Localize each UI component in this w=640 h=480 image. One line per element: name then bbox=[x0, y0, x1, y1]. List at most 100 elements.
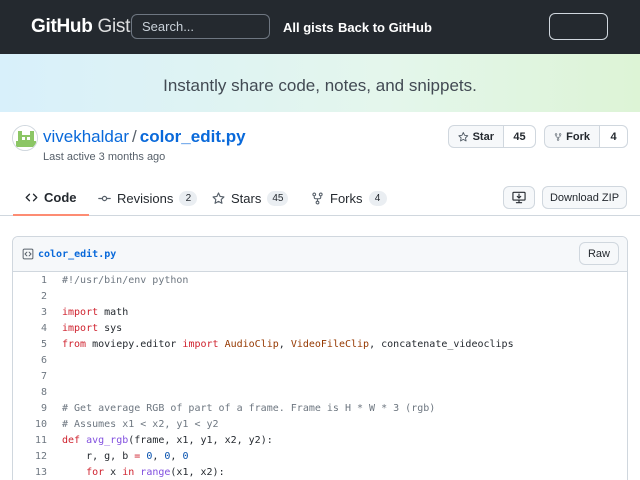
fork-count[interactable]: 4 bbox=[599, 126, 627, 147]
desktop-download-icon bbox=[512, 191, 526, 204]
header-account-button[interactable] bbox=[549, 13, 608, 40]
tab-revisions-label: Revisions bbox=[117, 190, 174, 206]
file-code-icon bbox=[22, 248, 34, 260]
tab-forks-label: Forks bbox=[330, 190, 363, 206]
code-token: avg_rgb bbox=[86, 435, 129, 446]
stars-counter: 45 bbox=[267, 190, 289, 206]
tab-code-label: Code bbox=[44, 189, 77, 205]
code-token: VideoFileClip bbox=[290, 339, 370, 350]
all-gists-link[interactable]: All gists bbox=[283, 20, 334, 35]
code-token: , bbox=[278, 339, 291, 350]
tab-stars[interactable]: Stars 45 bbox=[212, 180, 289, 216]
tab-forks[interactable]: Forks 4 bbox=[311, 180, 387, 216]
banner-text: Instantly share code, notes, and snippet… bbox=[163, 76, 477, 95]
file-name-link[interactable]: color_edit.py bbox=[38, 249, 116, 260]
line-number[interactable]: 7 bbox=[13, 369, 47, 385]
line-number[interactable]: 6 bbox=[13, 353, 47, 369]
star-icon bbox=[212, 191, 225, 204]
line-number[interactable]: 9 bbox=[13, 401, 47, 417]
line-code: # Assumes x1 < x2, y1 < y2 bbox=[62, 417, 219, 433]
line-number[interactable]: 3 bbox=[13, 305, 47, 321]
fork-button[interactable]: Fork bbox=[545, 126, 599, 147]
code-token: # Get average RGB of part of a frame. Fr… bbox=[62, 403, 436, 414]
code-token: AudioClip bbox=[224, 339, 279, 350]
code-line: 4 import sys bbox=[13, 321, 627, 337]
line-number[interactable]: 5 bbox=[13, 337, 47, 353]
code-token: #!/usr/bin/env python bbox=[62, 275, 189, 286]
line-code: # Get average RGB of part of a frame. Fr… bbox=[62, 401, 435, 417]
line-number[interactable]: 1 bbox=[13, 273, 47, 289]
logo-gist-text: Gist bbox=[97, 16, 131, 37]
code-token: sys bbox=[98, 323, 123, 334]
code-line: 2 bbox=[13, 289, 627, 305]
code-line: 10 # Assumes x1 < x2, y1 < y2 bbox=[13, 417, 627, 433]
title-separator: / bbox=[132, 127, 137, 146]
gist-title: vivekhaldar / color_edit.py bbox=[43, 127, 246, 147]
github-gist-logo[interactable]: GitHub Gist bbox=[31, 16, 130, 38]
line-code: from moviepy.editor import AudioClip, Vi… bbox=[62, 337, 514, 353]
search-input[interactable] bbox=[131, 14, 270, 39]
code-line: 8 bbox=[13, 385, 627, 401]
code-token: 0 bbox=[182, 451, 189, 462]
line-code: import sys bbox=[62, 321, 122, 337]
code-line: 9 # Get average RGB of part of a frame. F… bbox=[13, 401, 627, 417]
code-token: def bbox=[62, 435, 81, 446]
code-token: import bbox=[62, 307, 99, 318]
embed-download-button[interactable] bbox=[503, 186, 535, 209]
file-container: color_edit.py Raw 1 #!/usr/bin/env python… bbox=[12, 236, 628, 480]
line-code: def avg_rgb(frame, x1, y1, x2, y2): bbox=[62, 433, 273, 449]
star-button-group: Star 45 bbox=[448, 125, 536, 148]
site-header: GitHub Gist All gists Back to GitHub bbox=[0, 0, 640, 54]
tab-stars-label: Stars bbox=[231, 190, 262, 206]
line-number[interactable]: 2 bbox=[13, 289, 47, 305]
line-code: for x in range(x1, x2): bbox=[62, 465, 225, 480]
star-button[interactable]: Star bbox=[449, 126, 503, 147]
intro-banner: Instantly share code, notes, and snippet… bbox=[0, 54, 640, 112]
gist-name-link[interactable]: color_edit.py bbox=[140, 127, 246, 146]
gist-owner-link[interactable]: vivekhaldar bbox=[43, 127, 129, 146]
code-line: 3 import math bbox=[13, 305, 627, 321]
fork-button-group: Fork 4 bbox=[544, 125, 628, 148]
code-token: import bbox=[182, 339, 219, 350]
line-number[interactable]: 11 bbox=[13, 433, 47, 449]
code-token: for bbox=[86, 467, 105, 478]
raw-button[interactable]: Raw bbox=[579, 242, 619, 265]
forks-counter: 4 bbox=[368, 190, 387, 206]
star-count[interactable]: 45 bbox=[503, 126, 535, 147]
identicon-icon bbox=[13, 126, 37, 150]
code-icon bbox=[25, 193, 38, 201]
tab-code[interactable]: Code bbox=[13, 180, 89, 216]
code-token: import bbox=[62, 323, 99, 334]
code-token: , bbox=[170, 451, 183, 462]
code-line: 12 r, g, b = 0, 0, 0 bbox=[13, 449, 627, 465]
code-token: , concatenate_videoclips bbox=[369, 339, 514, 350]
line-number[interactable]: 10 bbox=[13, 417, 47, 433]
code-token: x bbox=[104, 467, 123, 478]
line-code: #!/usr/bin/env python bbox=[62, 273, 188, 289]
code-line: 7 bbox=[13, 369, 627, 385]
line-number[interactable]: 13 bbox=[13, 465, 47, 480]
avatar[interactable] bbox=[12, 125, 38, 151]
line-code: r, g, b = 0, 0, 0 bbox=[62, 449, 189, 465]
code-token: r, g, b bbox=[62, 451, 135, 462]
code-token: math bbox=[98, 307, 129, 318]
line-number[interactable]: 12 bbox=[13, 449, 47, 465]
fork-icon bbox=[312, 192, 323, 204]
line-number[interactable]: 8 bbox=[13, 385, 47, 401]
star-icon bbox=[458, 131, 469, 141]
code-line: 13 for x in range(x1, x2): bbox=[13, 465, 627, 480]
fork-icon bbox=[554, 132, 562, 141]
fork-label: Fork bbox=[566, 130, 590, 143]
code-token: , bbox=[152, 451, 165, 462]
file-header: color_edit.py Raw bbox=[13, 237, 627, 272]
tab-revisions[interactable]: Revisions 2 bbox=[98, 180, 198, 216]
code-token: moviepy.editor bbox=[86, 339, 183, 350]
line-number[interactable]: 4 bbox=[13, 321, 47, 337]
code-body: 1 #!/usr/bin/env python 2 3 import math 4 impo… bbox=[13, 273, 627, 480]
line-code: import math bbox=[62, 305, 128, 321]
code-token: in bbox=[122, 467, 135, 478]
code-token: (x1, x2): bbox=[170, 467, 225, 478]
download-zip-button[interactable]: Download ZIP bbox=[542, 186, 627, 209]
back-to-github-link[interactable]: Back to GitHub bbox=[338, 20, 432, 35]
